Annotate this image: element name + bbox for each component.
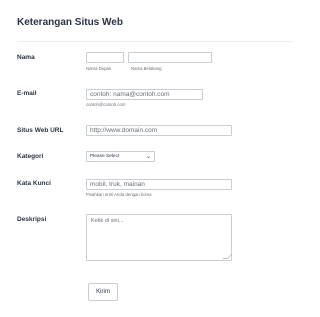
keywords-label: Kata Kunci (17, 180, 51, 187)
category-selected-value: Please Select (90, 154, 120, 159)
last-name-input[interactable] (128, 52, 212, 63)
keywords-input[interactable]: mobil, truk, mainan (86, 179, 232, 190)
first-name-input[interactable] (86, 52, 124, 63)
email-input[interactable]: contoh: nama@contoh.com (86, 89, 203, 100)
email-sublabel: contoh@contoh.com (86, 102, 126, 107)
email-label: E-mail (17, 90, 37, 97)
name-label: Nama (17, 54, 35, 61)
last-name-sublabel: Nama Belakang (131, 66, 162, 71)
form-title: Keterangan Situs Web (17, 17, 123, 28)
first-name-sublabel: Nama Depan (86, 66, 112, 71)
description-label: Deskripsi (17, 216, 47, 223)
category-label: Kategori (17, 153, 44, 160)
keywords-sublabel: Pisahkan entri Anda dengan koma (86, 192, 152, 197)
url-label: Situs Web URL (17, 127, 64, 134)
title-divider (17, 41, 293, 42)
chevron-down-icon: ⌄ (145, 154, 151, 160)
description-placeholder: Ketik di sini... (91, 218, 124, 224)
description-textarea[interactable]: Ketik di sini... (86, 214, 233, 261)
url-input[interactable]: http://www.domain.com (86, 125, 232, 136)
submit-button[interactable]: Kirim (88, 283, 118, 301)
category-select[interactable]: Please Select ⌄ (86, 151, 155, 162)
resize-handle-icon[interactable] (222, 254, 233, 259)
